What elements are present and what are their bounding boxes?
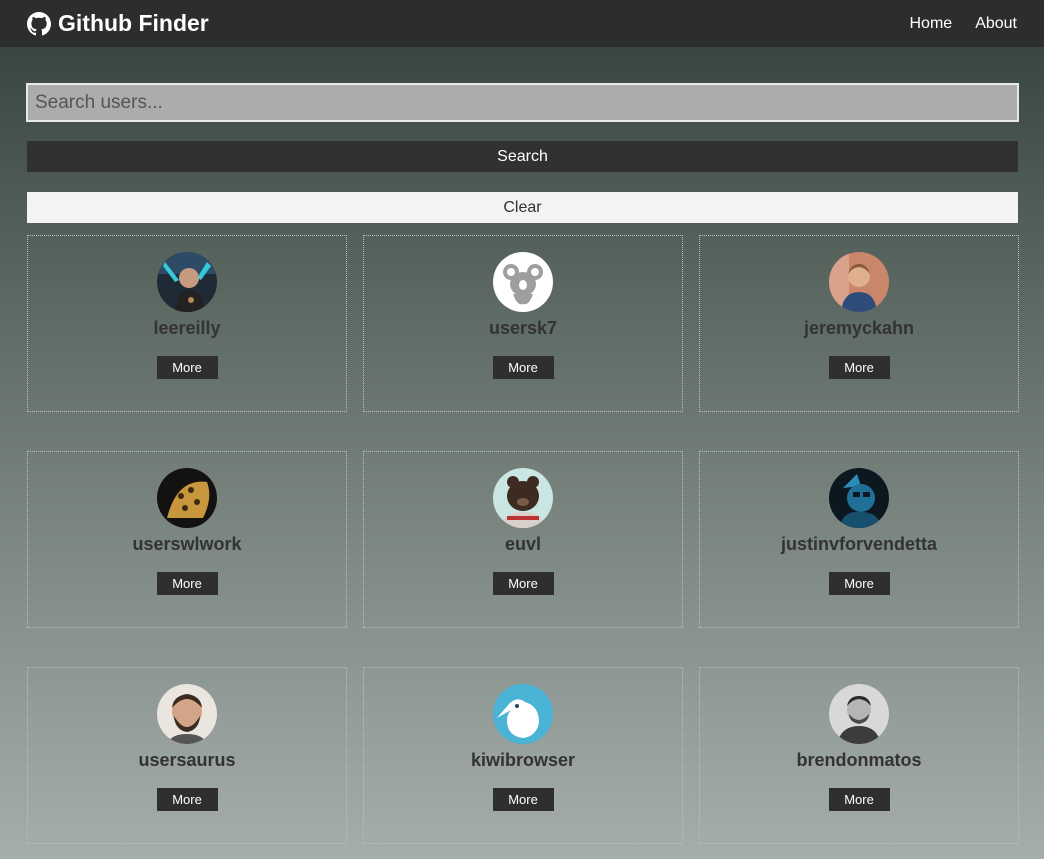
user-card: userswlwork More (27, 451, 347, 628)
avatar (829, 252, 889, 312)
user-login: leereilly (153, 318, 221, 338)
brand-title: Github Finder (58, 10, 209, 36)
avatar-kiwibrowser-image (493, 684, 553, 744)
avatar-euvl-image (493, 468, 553, 528)
avatar (157, 252, 217, 312)
user-card: kiwibrowser More (363, 667, 683, 844)
search-input[interactable] (26, 83, 1019, 122)
avatar (829, 468, 889, 528)
user-card: justinvforvendetta More (699, 451, 1019, 628)
more-button[interactable]: More (492, 572, 554, 595)
more-button[interactable]: More (828, 572, 890, 595)
avatar-justinvforvendetta-image (829, 468, 889, 528)
avatar-usersk7-image (493, 252, 553, 312)
avatar (829, 684, 889, 744)
search-button[interactable]: Search (27, 141, 1018, 172)
nav-about-link[interactable]: About (975, 15, 1017, 33)
user-card: leereilly More (27, 235, 347, 412)
avatar (493, 684, 553, 744)
more-button[interactable]: More (828, 356, 890, 379)
user-login: brendonmatos (796, 750, 922, 770)
user-login: euvl (504, 534, 542, 554)
nav-links: Home About (887, 15, 1018, 33)
more-button[interactable]: More (156, 788, 218, 811)
more-button[interactable]: More (492, 788, 554, 811)
user-login: usersk7 (488, 318, 558, 338)
avatar (157, 468, 217, 528)
user-login: jeremyckahn (803, 318, 915, 338)
avatar (493, 468, 553, 528)
user-card: jeremyckahn More (699, 235, 1019, 412)
avatar (493, 252, 553, 312)
user-login: justinvforvendetta (780, 534, 938, 554)
more-button[interactable]: More (828, 788, 890, 811)
more-button[interactable]: More (156, 572, 218, 595)
clear-button[interactable]: Clear (27, 192, 1018, 223)
user-card: usersk7 More (363, 235, 683, 412)
navbar: Github Finder Home About (0, 0, 1044, 47)
avatar-userswlwork-image (157, 468, 217, 528)
more-button[interactable]: More (156, 356, 218, 379)
user-grid: leereilly More usersk7 More jeremyckahn … (27, 235, 1019, 844)
more-button[interactable]: More (492, 356, 554, 379)
brand[interactable]: Github Finder (27, 10, 209, 37)
user-card: brendonmatos More (699, 667, 1019, 844)
user-login: usersaurus (138, 750, 236, 770)
avatar-brendonmatos-image (829, 684, 889, 744)
nav-home-link[interactable]: Home (910, 15, 953, 33)
user-login: userswlwork (132, 534, 242, 554)
user-card: euvl More (363, 451, 683, 628)
github-icon (27, 11, 51, 35)
user-card: usersaurus More (27, 667, 347, 844)
avatar-usersaurus-image (157, 684, 217, 744)
user-login: kiwibrowser (470, 750, 576, 770)
avatar-leereilly-image (157, 252, 217, 312)
avatar (157, 684, 217, 744)
avatar-jeremyckahn-image (829, 252, 889, 312)
